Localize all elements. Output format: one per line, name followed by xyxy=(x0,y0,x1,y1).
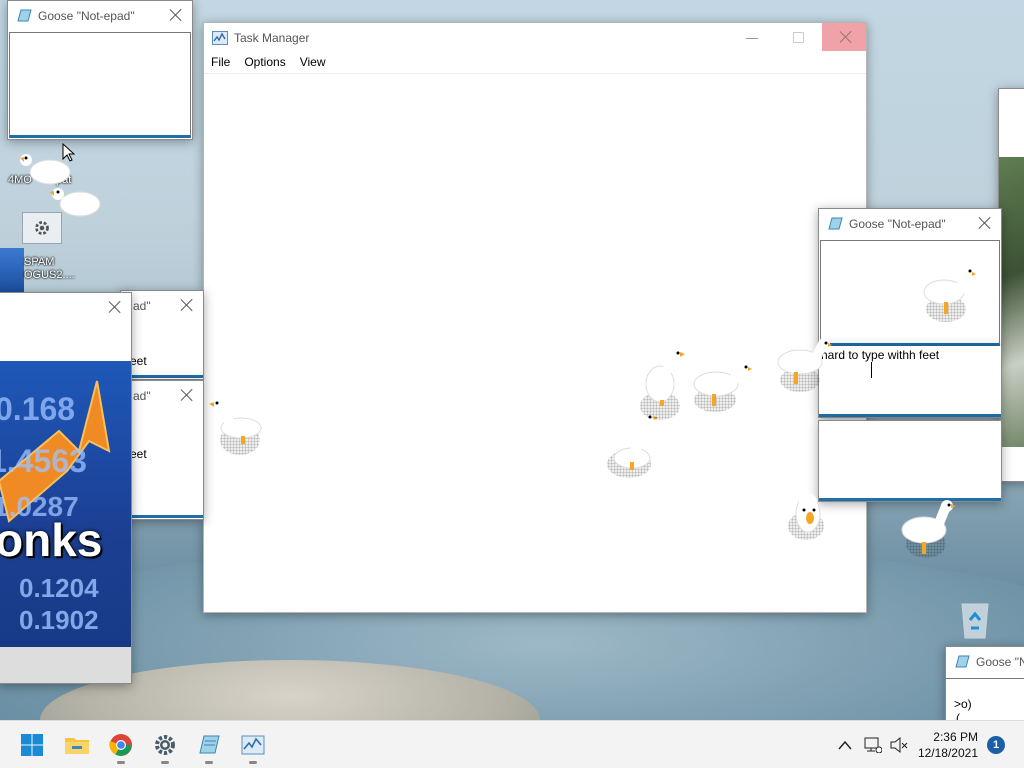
meme-image xyxy=(0,323,131,361)
meme-number: 1.4563 xyxy=(0,443,87,479)
clock-date: 12/18/2021 xyxy=(917,746,978,760)
meme-titlebar[interactable] xyxy=(0,293,131,323)
meme-image-body: 0.168 1.4563 1.0287 onks 0.1204 0.1902 xyxy=(0,361,131,647)
goose[interactable] xyxy=(205,392,265,452)
notepad-icon xyxy=(199,735,220,754)
notepad-bottom-border xyxy=(819,414,1001,417)
running-indicator xyxy=(161,761,169,764)
task-manager-window[interactable]: Task Manager File Options View xyxy=(203,22,867,613)
running-indicator xyxy=(205,761,213,764)
windows-icon xyxy=(21,734,43,756)
notepad-title: Goose "N xyxy=(976,655,1024,669)
menu-file[interactable]: File xyxy=(204,53,237,73)
meme-image-window[interactable]: 0.168 1.4563 1.0287 onks 0.1204 0.1902 xyxy=(0,292,132,684)
goose[interactable] xyxy=(774,330,834,390)
goose[interactable] xyxy=(780,482,840,542)
settings-button[interactable] xyxy=(151,731,179,764)
menu-options[interactable]: Options xyxy=(237,53,292,73)
task-manager-menubar: File Options View xyxy=(204,53,333,73)
notepad-icon xyxy=(17,9,32,22)
notepad-window-top-left[interactable]: Goose "Not-epad" xyxy=(7,0,193,140)
folder-icon xyxy=(65,738,89,754)
task-manager-icon xyxy=(212,31,228,45)
task-manager-divider xyxy=(204,73,866,74)
notepad-titlebar[interactable]: ad" xyxy=(121,381,203,411)
notepad-titlebar[interactable]: Goose "Not-epad" xyxy=(819,209,1001,239)
menu-view[interactable]: View xyxy=(293,53,333,73)
meme-number: 0.1204 xyxy=(19,573,99,603)
notepad-titlebar[interactable]: ad" xyxy=(121,291,203,321)
volume-muted-icon[interactable] xyxy=(890,737,908,753)
notepad-text: eet xyxy=(130,447,147,461)
chrome-button[interactable] xyxy=(107,731,135,764)
desktop-icon-blue[interactable] xyxy=(0,248,24,292)
meme-text: onks xyxy=(0,514,103,566)
running-indicator xyxy=(117,761,125,764)
desktop-icon-label-spam: SPAM OGUS2.... xyxy=(24,256,75,281)
notepad-text-area[interactable]: eet xyxy=(121,412,203,518)
text-cursor xyxy=(871,362,872,378)
notification-badge[interactable]: 1 xyxy=(987,736,1005,754)
notepad-titlebar[interactable]: Goose "N xyxy=(946,647,1024,677)
recycle-bin-icon[interactable] xyxy=(956,598,994,640)
gear-icon xyxy=(155,735,175,755)
goose[interactable] xyxy=(46,178,106,238)
notepad-window-left-2[interactable]: ad" eet xyxy=(120,380,204,520)
notepad-title: Goose "Not-epad" xyxy=(849,217,946,231)
recycle-bin-glyph xyxy=(961,603,989,639)
notepad-title: ad" xyxy=(133,299,151,313)
chrome-icon xyxy=(109,734,132,756)
notepad-icon xyxy=(955,655,970,668)
notepad-title: Goose "Not-epad" xyxy=(38,9,135,23)
notepad-text: ( . xyxy=(956,711,967,720)
file-explorer-button[interactable] xyxy=(63,731,91,759)
close-icon[interactable] xyxy=(179,297,195,313)
network-icon[interactable] xyxy=(864,737,882,753)
task-manager-icon xyxy=(241,735,265,755)
notepad-title: ad" xyxy=(133,389,151,403)
close-icon[interactable] xyxy=(168,7,184,23)
notepad-window-left-1[interactable]: ad" eet xyxy=(120,290,204,380)
notepad-text: hard to type withh feet xyxy=(821,348,940,362)
clock-time: 2:36 PM xyxy=(933,730,978,744)
system-clock[interactable]: 2:36 PM 12/18/2021 xyxy=(918,729,978,761)
chevron-up-icon[interactable] xyxy=(838,740,852,750)
goose[interactable] xyxy=(900,496,960,556)
goose[interactable] xyxy=(920,260,980,320)
close-icon[interactable] xyxy=(977,215,993,231)
notepad-text-area[interactable] xyxy=(9,32,191,138)
start-button[interactable] xyxy=(18,731,46,759)
desktop: Task Manager File Options View Goose "No… xyxy=(0,0,1024,720)
meme-number: 0.1902 xyxy=(19,605,99,635)
notepad-window-right-3[interactable] xyxy=(818,420,1002,502)
running-indicator xyxy=(249,761,257,764)
taskbar: 2:36 PM 12/18/2021 1 xyxy=(0,720,1024,768)
task-manager-taskbar-button[interactable] xyxy=(239,731,267,764)
task-manager-titlebar[interactable]: Task Manager xyxy=(204,23,866,53)
goose[interactable] xyxy=(692,354,752,414)
goose[interactable] xyxy=(638,346,698,406)
notepad-text-area[interactable]: eet xyxy=(121,322,203,378)
notepad-window-bottom-right[interactable]: Goose "N >o) ( . xyxy=(945,646,1024,720)
minimize-button[interactable] xyxy=(746,38,758,39)
notepad-text: eet xyxy=(130,354,147,368)
close-icon[interactable] xyxy=(179,387,195,403)
close-icon xyxy=(838,29,854,45)
notepad-text: >o) xyxy=(954,697,972,711)
close-icon[interactable] xyxy=(107,299,123,315)
task-manager-title: Task Manager xyxy=(234,31,310,45)
notepad-window-right-2[interactable]: hard to type withh feet xyxy=(818,346,1002,418)
notepad-titlebar[interactable]: Goose "Not-epad" xyxy=(8,1,192,31)
notepad-taskbar-button[interactable] xyxy=(195,731,223,764)
maximize-button[interactable] xyxy=(793,32,804,43)
notepad-icon xyxy=(828,217,843,230)
close-button[interactable] xyxy=(822,23,866,51)
notepad-text-area[interactable]: >o) ( . xyxy=(946,678,1024,720)
meme-number: 0.168 xyxy=(0,391,76,427)
